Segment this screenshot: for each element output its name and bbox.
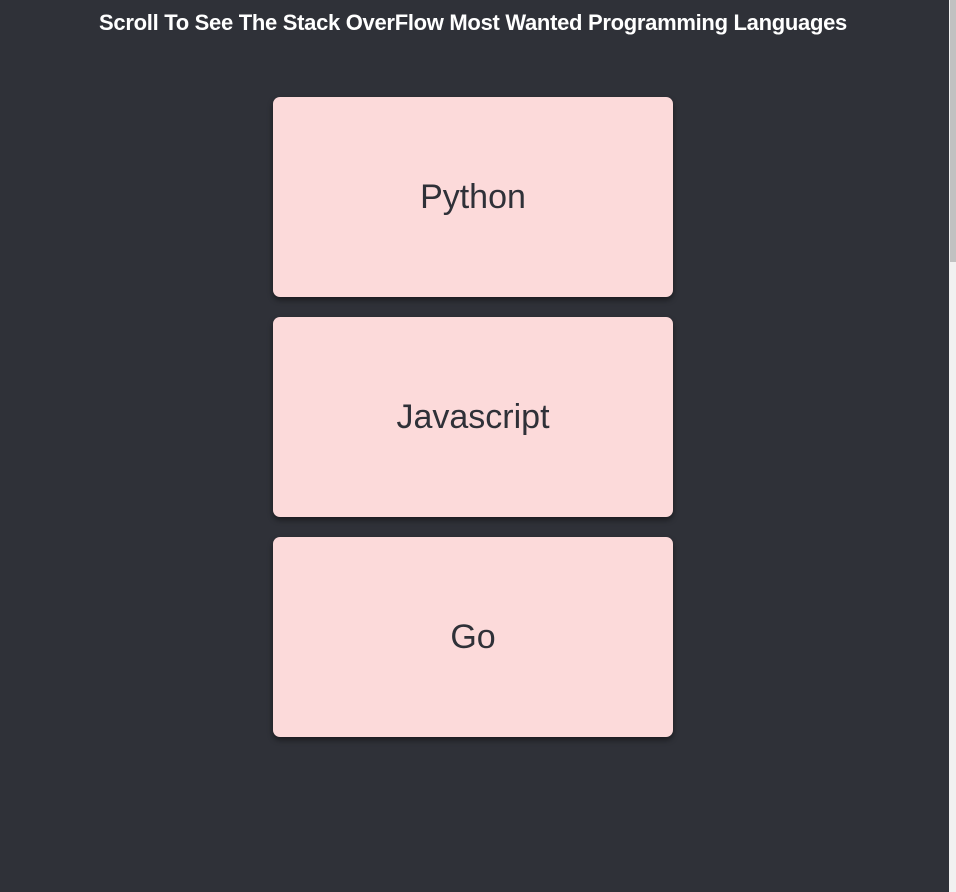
scrollbar-thumb[interactable] [950, 0, 956, 262]
language-card-python: Python [273, 97, 673, 297]
page: Scroll To See The Stack OverFlow Most Wa… [0, 0, 949, 892]
language-card-go: Go [273, 537, 673, 737]
language-card-javascript: Javascript [273, 317, 673, 517]
language-card-label: Python [420, 177, 526, 216]
language-card-label: Javascript [396, 397, 550, 436]
language-card-label: Go [450, 617, 496, 656]
page-title: Scroll To See The Stack OverFlow Most Wa… [99, 10, 847, 35]
